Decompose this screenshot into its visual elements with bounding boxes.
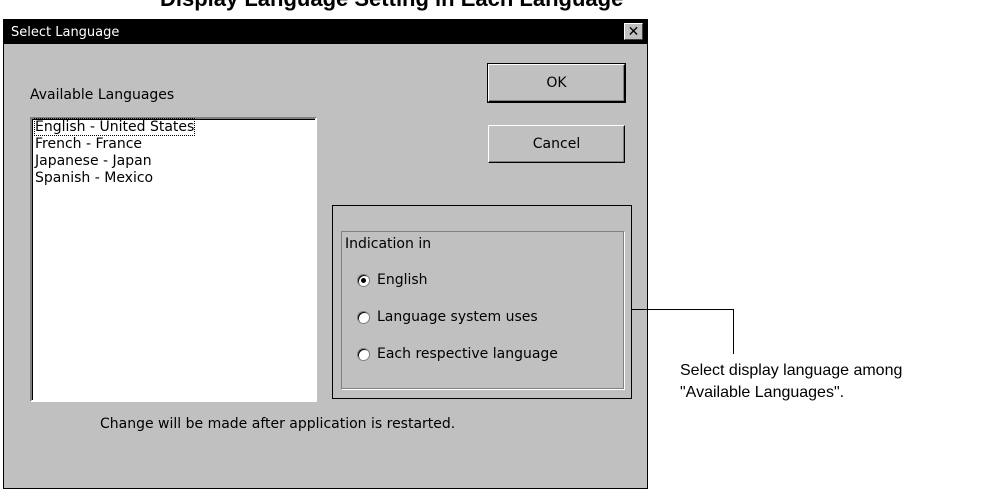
radio-unselected-icon [357,347,370,361]
page-heading: Display Language Setting in Each Languag… [160,0,623,12]
languages-listbox[interactable]: English - United States French - France … [30,117,317,402]
indication-legend: Indication in [343,236,434,252]
close-icon: ✕ [627,23,640,40]
radio-label: English [377,272,428,288]
radio-language-system-uses[interactable]: Language system uses [357,309,538,325]
cancel-button[interactable]: Cancel [488,125,625,163]
list-item[interactable]: French - France [32,136,315,153]
list-item[interactable]: Spanish - Mexico [32,170,315,187]
radio-selected-icon [357,273,370,287]
radio-unselected-icon [357,310,370,324]
list-item[interactable]: Japanese - Japan [32,153,315,170]
radio-english[interactable]: English [357,272,428,288]
dialog-titlebar[interactable]: Select Language ✕ [4,20,647,44]
available-languages-label: Available Languages [30,87,175,103]
list-item[interactable]: English - United States [32,118,315,136]
callout-vertical-line [733,309,734,354]
callout-text-line2: "Available Languages". [680,384,845,401]
ok-button[interactable]: OK [487,63,626,103]
callout-text-line1: Select display language among [680,362,903,379]
close-button[interactable]: ✕ [624,23,643,40]
radio-each-respective-language[interactable]: Each respective language [357,346,558,362]
dialog-title: Select Language [11,24,120,40]
callout-horizontal-line [632,309,734,310]
radio-label: Each respective language [377,346,558,362]
radio-label: Language system uses [377,309,538,325]
restart-note: Change will be made after application is… [100,416,456,432]
